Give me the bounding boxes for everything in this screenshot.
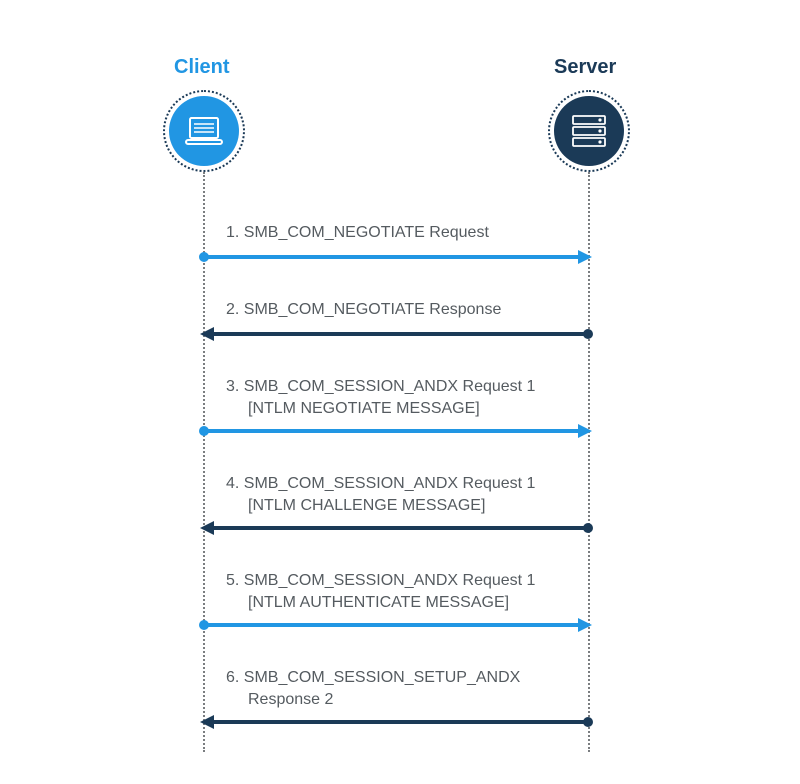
message-6-line1: 6. SMB_COM_SESSION_SETUP_ANDX — [226, 667, 576, 689]
server-icon — [569, 114, 609, 148]
message-5-arrow — [200, 616, 592, 634]
client-icon-bg — [169, 96, 239, 166]
message-1-line1: 1. SMB_COM_NEGOTIATE Request — [226, 222, 576, 244]
message-2-line1: 2. SMB_COM_NEGOTIATE Response — [226, 299, 576, 321]
message-3-line1: 3. SMB_COM_SESSION_ANDX Request 1 — [226, 376, 576, 398]
message-2-arrow — [200, 325, 592, 343]
message-5-label: 5. SMB_COM_SESSION_ANDX Request 1 [NTLM … — [226, 570, 576, 613]
message-4-line2: [NTLM CHALLENGE MESSAGE] — [226, 495, 576, 517]
sequence-diagram: Client Server — [0, 0, 800, 784]
message-4-arrow — [200, 519, 592, 537]
message-4-label: 4. SMB_COM_SESSION_ANDX Request 1 [NTLM … — [226, 473, 576, 516]
message-2-label: 2. SMB_COM_NEGOTIATE Response — [226, 299, 576, 321]
client-actor — [163, 90, 245, 172]
message-6-line2: Response 2 — [226, 689, 576, 711]
laptop-icon — [184, 116, 224, 146]
server-title: Server — [554, 56, 616, 79]
client-title: Client — [174, 56, 230, 79]
message-3-arrow — [200, 422, 592, 440]
message-5-line1: 5. SMB_COM_SESSION_ANDX Request 1 — [226, 570, 576, 592]
message-1-label: 1. SMB_COM_NEGOTIATE Request — [226, 222, 576, 244]
server-icon-bg — [554, 96, 624, 166]
message-4-line1: 4. SMB_COM_SESSION_ANDX Request 1 — [226, 473, 576, 495]
message-1-arrow — [200, 248, 592, 266]
message-5-line2: [NTLM AUTHENTICATE MESSAGE] — [226, 592, 576, 614]
message-6-label: 6. SMB_COM_SESSION_SETUP_ANDX Response 2 — [226, 667, 576, 710]
message-3-line2: [NTLM NEGOTIATE MESSAGE] — [226, 398, 576, 420]
message-3-label: 3. SMB_COM_SESSION_ANDX Request 1 [NTLM … — [226, 376, 576, 419]
message-6-arrow — [200, 713, 592, 731]
server-actor — [548, 90, 630, 172]
